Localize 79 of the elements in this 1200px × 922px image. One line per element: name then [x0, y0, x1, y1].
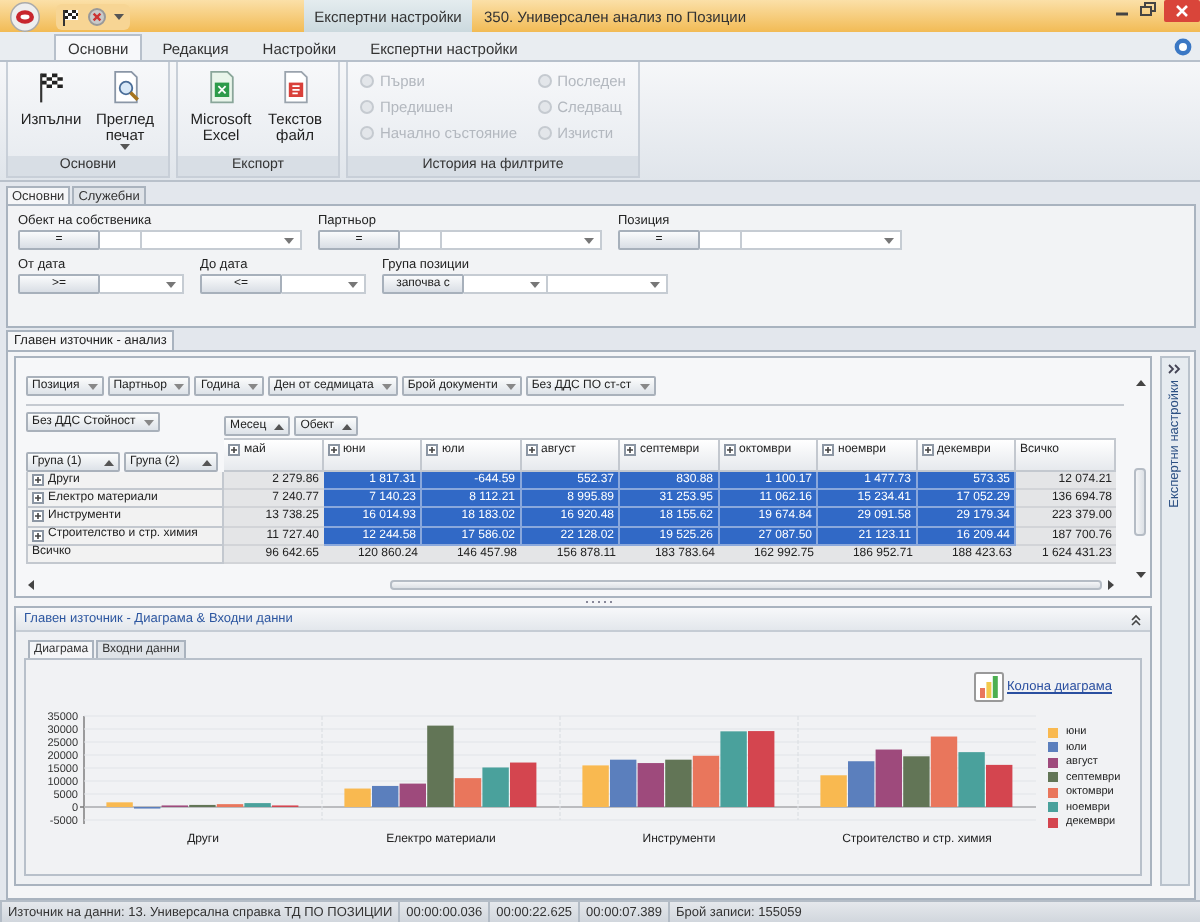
chart-bar	[637, 763, 664, 807]
cancel-icon	[88, 7, 106, 25]
caret-icon	[884, 237, 894, 243]
expand-icon	[822, 444, 834, 456]
chart-bar	[930, 736, 958, 807]
restore-icon[interactable]	[1138, 0, 1158, 20]
chart-bar	[582, 765, 609, 807]
double-chevron-icon	[1168, 364, 1182, 374]
bar-chart-icon	[973, 672, 1004, 702]
sort-arrow-icon	[342, 423, 353, 429]
sort-arrow-icon	[202, 459, 212, 465]
chart-bar	[610, 759, 637, 807]
caret-icon	[114, 13, 124, 19]
dropdown-field[interactable]	[742, 230, 902, 250]
scroll-left-icon[interactable]	[26, 579, 36, 589]
caret-icon	[248, 383, 259, 389]
chart-bar	[510, 762, 537, 807]
expand-icon	[525, 444, 537, 456]
caret-icon	[284, 237, 294, 243]
caret-icon	[120, 144, 130, 150]
expand-icon	[32, 492, 44, 505]
collapse-icon[interactable]	[1130, 613, 1142, 625]
chart-bar	[665, 759, 692, 807]
caret-icon	[143, 419, 154, 425]
expand-icon	[723, 444, 735, 456]
dropdown-field[interactable]	[548, 274, 668, 294]
sort-arrow-icon	[274, 423, 285, 429]
dropdown-field[interactable]	[464, 274, 548, 294]
close-icon[interactable]	[1164, 0, 1200, 22]
circle-icon	[537, 126, 552, 140]
caret-icon	[650, 281, 660, 287]
expand-icon	[624, 444, 636, 456]
caret-icon	[174, 383, 185, 389]
caret-icon	[87, 383, 98, 389]
app-logo-icon[interactable]	[10, 1, 40, 31]
chart-bar	[903, 756, 930, 807]
horizontal-scrollbar[interactable]	[26, 578, 1116, 590]
text-field[interactable]	[700, 230, 742, 250]
sort-arrow-icon	[104, 459, 114, 465]
circle-icon	[537, 100, 552, 114]
scroll-right-icon[interactable]	[1106, 579, 1116, 589]
dropdown-field[interactable]	[442, 230, 602, 250]
scrollbar-thumb[interactable]	[390, 579, 1102, 589]
circle-icon	[537, 74, 552, 88]
expand-icon	[228, 444, 240, 456]
chart-bar	[958, 752, 985, 807]
circle-icon	[360, 126, 374, 140]
chart-bar	[482, 767, 509, 807]
caret-icon	[166, 281, 176, 287]
chart-bar	[875, 749, 902, 807]
dropdown-field[interactable]	[100, 274, 184, 294]
expand-icon	[32, 529, 44, 542]
expand-icon	[426, 444, 438, 456]
scrollbar-thumb[interactable]	[1134, 468, 1146, 536]
scroll-down-icon[interactable]	[1135, 570, 1145, 580]
expand-icon	[921, 444, 933, 456]
help-icon[interactable]	[1174, 38, 1192, 56]
circle-icon	[360, 74, 374, 88]
chart-bar	[748, 731, 775, 807]
expand-icon	[32, 474, 44, 487]
caret-icon	[639, 383, 650, 389]
vertical-scrollbar[interactable]	[1132, 378, 1148, 580]
text-field[interactable]	[100, 230, 142, 250]
text-field[interactable]	[400, 230, 442, 250]
dropdown-field[interactable]	[282, 274, 366, 294]
caret-icon	[530, 281, 540, 287]
chart-bar	[372, 785, 399, 807]
expand-icon	[327, 444, 339, 456]
checkered-flag-icon	[62, 7, 80, 25]
caret-icon	[381, 383, 392, 389]
chart-bar	[344, 788, 371, 807]
caret-icon	[348, 281, 358, 287]
caret-icon	[584, 237, 594, 243]
expand-icon	[32, 510, 44, 523]
dropdown-field[interactable]	[142, 230, 302, 250]
circle-icon	[360, 100, 374, 114]
scroll-up-icon[interactable]	[1135, 378, 1145, 388]
chart-bar	[986, 764, 1013, 807]
caret-icon	[505, 383, 516, 389]
